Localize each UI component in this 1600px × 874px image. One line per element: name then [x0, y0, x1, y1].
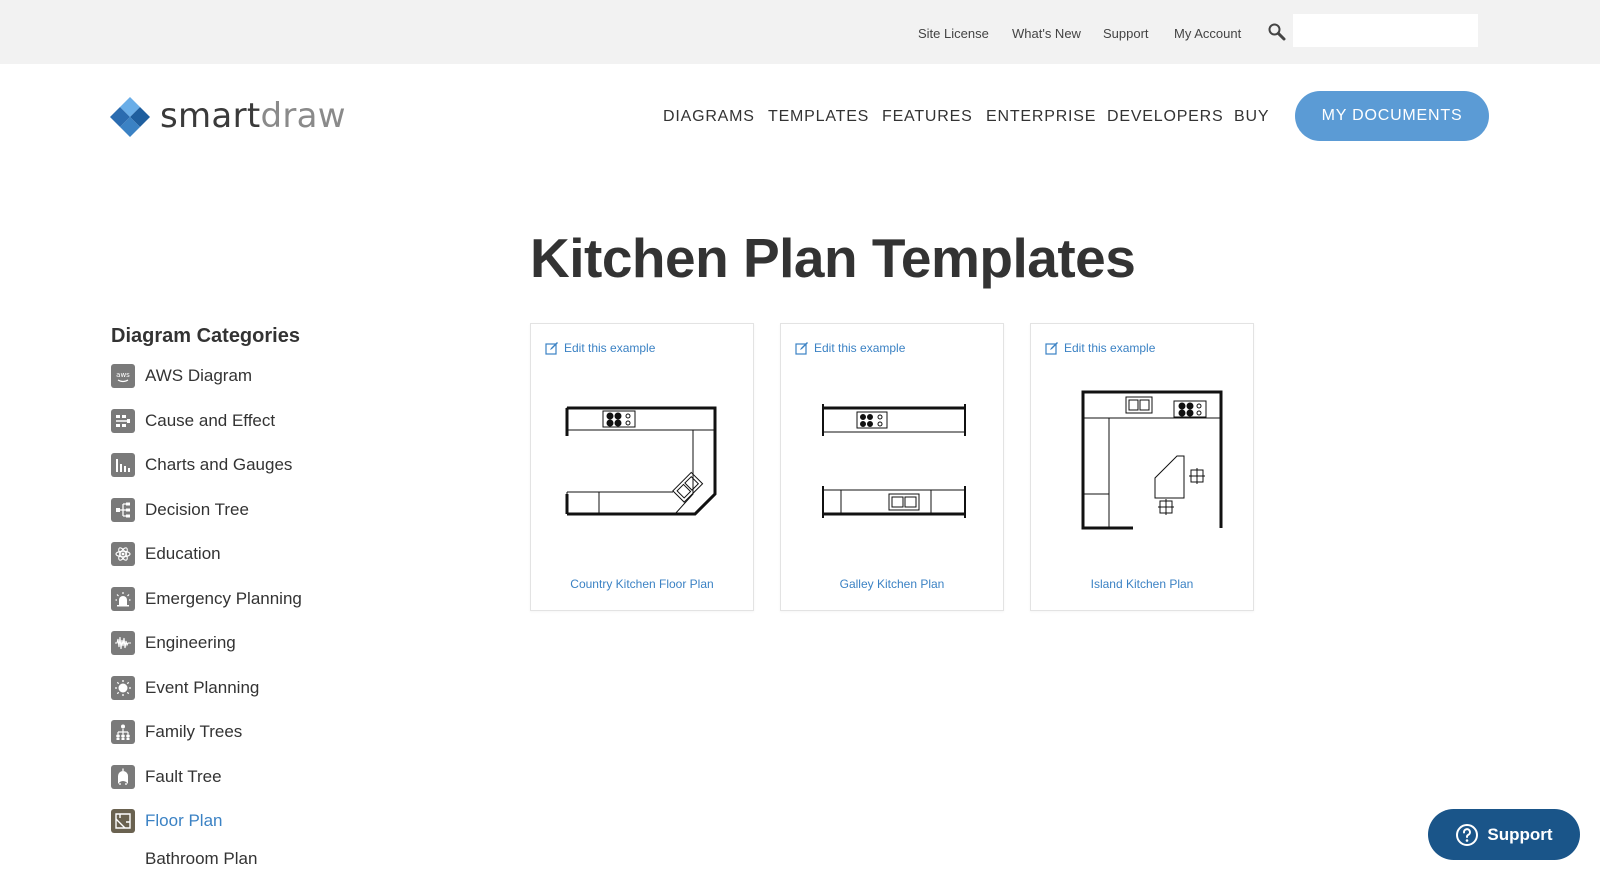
sidebar-item-aws-diagram[interactable]: aws AWS Diagram [111, 363, 252, 389]
sidebar-item-education[interactable]: Education [111, 541, 221, 567]
sidebar-item-emergency-planning[interactable]: Emergency Planning [111, 586, 302, 612]
sun-icon [111, 676, 135, 700]
logo-mark-icon [110, 97, 150, 137]
logo-wordmark: smartdraw [160, 98, 346, 134]
edit-example-label: Edit this example [814, 341, 906, 355]
support-chat-button[interactable]: Support [1428, 809, 1580, 860]
search-icon[interactable] [1267, 22, 1287, 42]
sidebar-item-label: Floor Plan [145, 811, 223, 830]
galley-kitchen-thumbnail [822, 404, 966, 518]
search-input[interactable] [1293, 14, 1478, 47]
edit-example-label: Edit this example [564, 341, 656, 355]
template-card[interactable]: Edit this example Country Kitchen Floor … [530, 323, 754, 611]
edit-example-label: Edit this example [1064, 341, 1156, 355]
support-link[interactable]: Support [1103, 26, 1149, 41]
sidebar-item-label: Fault Tree [145, 767, 222, 786]
sidebar-item-decision-tree[interactable]: Decision Tree [111, 497, 249, 523]
sidebar-item-label: Engineering [145, 633, 236, 652]
template-caption[interactable]: Island Kitchen Plan [1031, 577, 1253, 591]
edit-example-link[interactable]: Edit this example [1045, 341, 1155, 355]
edit-example-link[interactable]: Edit this example [545, 341, 655, 355]
sidebar-item-floor-plan[interactable]: Floor Plan [111, 808, 222, 834]
sidebar-item-family-trees[interactable]: Family Trees [111, 719, 242, 745]
template-caption[interactable]: Country Kitchen Floor Plan [531, 577, 753, 591]
nav-developers[interactable]: DEVELOPERS [1107, 108, 1223, 126]
nav-enterprise[interactable]: ENTERPRISE [986, 108, 1096, 126]
edit-icon [795, 342, 808, 355]
island-kitchen-thumbnail [1081, 390, 1223, 530]
site-license-link[interactable]: Site License [918, 26, 989, 41]
sidebar-item-label: Decision Tree [145, 500, 249, 519]
sidebar-heading: Diagram Categories [111, 325, 300, 347]
nav-templates[interactable]: TEMPLATES [768, 108, 869, 126]
edit-icon [545, 342, 558, 355]
sidebar-item-cause-and-effect[interactable]: Cause and Effect [111, 408, 275, 434]
family-tree-icon [111, 720, 135, 744]
sidebar-item-label: Family Trees [145, 722, 243, 741]
waveform-icon [111, 631, 135, 655]
cause-effect-icon [111, 409, 135, 433]
sidebar-item-label: Emergency Planning [145, 589, 302, 608]
bar-chart-icon [111, 453, 135, 477]
whats-new-link[interactable]: What's New [1012, 26, 1081, 41]
sidebar-item-engineering[interactable]: Engineering [111, 630, 236, 656]
sidebar-item-label: Charts and Gauges [145, 455, 293, 474]
nav-buy[interactable]: BUY [1234, 108, 1269, 126]
edit-icon [1045, 342, 1058, 355]
template-card[interactable]: Edit this example Galley Kitchen Plan [780, 323, 1004, 611]
my-account-link[interactable]: My Account [1174, 26, 1241, 41]
sidebar-item-event-planning[interactable]: Event Planning [111, 675, 259, 701]
sidebar-item-label: AWS Diagram [145, 366, 253, 385]
smartdraw-logo[interactable]: smartdraw [110, 96, 346, 138]
sidebar-item-label: Education [145, 544, 221, 563]
aws-icon: aws [111, 364, 135, 388]
help-circle-icon [1456, 823, 1479, 846]
sidebar-item-label: Cause and Effect [145, 411, 276, 430]
sidebar-item-charts-and-gauges[interactable]: Charts and Gauges [111, 452, 292, 478]
page-title: Kitchen Plan Templates [530, 227, 1136, 289]
utility-bar: Site License What's New Support My Accou… [0, 0, 1600, 64]
template-card[interactable]: Edit this example Island Kitchen Plan [1030, 323, 1254, 611]
atom-icon [111, 542, 135, 566]
logo-text-smart: smart [160, 96, 261, 136]
support-label: Support [1487, 824, 1553, 844]
logo-text-draw: draw [260, 96, 346, 136]
my-documents-button[interactable]: MY DOCUMENTS [1295, 91, 1489, 141]
decision-tree-icon [111, 498, 135, 522]
fault-tree-icon [111, 765, 135, 789]
nav-features[interactable]: FEATURES [882, 108, 973, 126]
sidebar-item-fault-tree[interactable]: Fault Tree [111, 764, 222, 790]
sidebar-item-label: Event Planning [145, 678, 260, 697]
nav-diagrams[interactable]: DIAGRAMS [663, 108, 755, 126]
alarm-icon [111, 587, 135, 611]
template-caption[interactable]: Galley Kitchen Plan [781, 577, 1003, 591]
edit-example-link[interactable]: Edit this example [795, 341, 905, 355]
country-kitchen-thumbnail [565, 406, 717, 516]
floor-plan-icon [111, 809, 135, 833]
svg-text:aws: aws [116, 371, 130, 379]
sidebar-subitem-bathroom-plan[interactable]: Bathroom Plan [145, 849, 257, 869]
